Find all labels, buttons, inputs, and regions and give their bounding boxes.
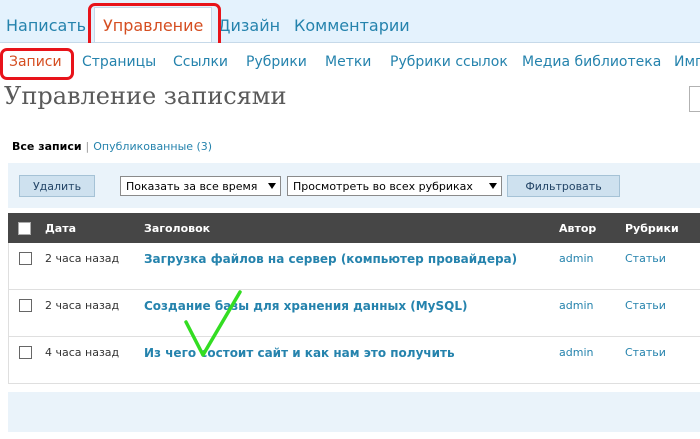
row-title-link[interactable]: Из чего состоит сайт и как нам это получ… [144,346,455,360]
sub-menu: Записи Страницы Ссылки Рубрики Метки Руб… [0,43,700,79]
post-status-filter: Все записи | Опубликованные (3) [12,140,213,153]
sub-item-posts[interactable]: Записи [9,54,62,70]
category-filter-select[interactable]: Просмотреть во всех рубриках [287,176,502,196]
chevron-down-icon [489,183,497,189]
chevron-down-icon [268,183,276,189]
filter-button[interactable]: Фильтровать [507,175,620,197]
row-date: 4 часа назад [45,346,120,359]
tab-write[interactable]: Написать [6,16,86,35]
column-title: Заголовок [144,222,211,235]
filter-all-posts[interactable]: Все записи [12,140,82,153]
delete-button[interactable]: Удалить [19,175,95,197]
tab-design[interactable]: Дизайн [218,16,280,35]
tab-comments[interactable]: Комментарии [294,16,410,35]
row-author-link[interactable]: admin [559,252,593,265]
category-filter-value: Просмотреть во всех рубриках [293,179,473,193]
top-menu: Написать Управление Дизайн Комментарии [0,0,700,43]
sub-item-import[interactable]: Имп [674,54,700,70]
table-row: 2 часа назад Загрузка файлов на сервер (… [8,243,700,290]
row-author-link[interactable]: admin [559,299,593,312]
sub-item-pages[interactable]: Страницы [82,54,156,70]
row-category-link[interactable]: Статьи [625,346,666,359]
sub-item-link-categories[interactable]: Рубрики ссылок [390,54,508,70]
date-filter-value: Показать за все время [126,179,258,193]
page-title: Управление записями [4,82,287,110]
search-input[interactable] [689,86,700,112]
select-all-checkbox[interactable] [18,222,31,235]
column-categories: Рубрики [625,222,679,235]
table-left-border [8,243,9,384]
row-author-link[interactable]: admin [559,346,593,359]
table-row: 4 часа назад Из чего состоит сайт и как … [8,337,700,384]
table-header: Дата Заголовок Автор Рубрики [8,213,700,243]
filter-published[interactable]: Опубликованные (3) [93,140,212,153]
sub-item-tags[interactable]: Метки [325,54,371,70]
row-checkbox[interactable] [19,346,32,359]
row-title-link[interactable]: Загрузка файлов на сервер (компьютер про… [144,252,517,266]
tab-manage[interactable]: Управление [94,7,213,42]
row-category-link[interactable]: Статьи [625,252,666,265]
row-title-link[interactable]: Создание базы для хранения данных (MySQL… [144,299,467,313]
sub-item-links[interactable]: Ссылки [173,54,228,70]
date-filter-select[interactable]: Показать за все время [120,176,281,196]
row-date: 2 часа назад [45,252,120,265]
sub-item-media-library[interactable]: Медиа библиотека [522,54,661,70]
sub-item-categories[interactable]: Рубрики [246,54,307,70]
column-author: Автор [559,222,597,235]
tablenav-bottom [8,392,700,432]
row-date: 2 часа назад [45,299,120,312]
table-row: 2 часа назад Создание базы для хранения … [8,290,700,337]
row-category-link[interactable]: Статьи [625,299,666,312]
column-date: Дата [45,222,77,235]
row-checkbox[interactable] [19,252,32,265]
row-checkbox[interactable] [19,299,32,312]
